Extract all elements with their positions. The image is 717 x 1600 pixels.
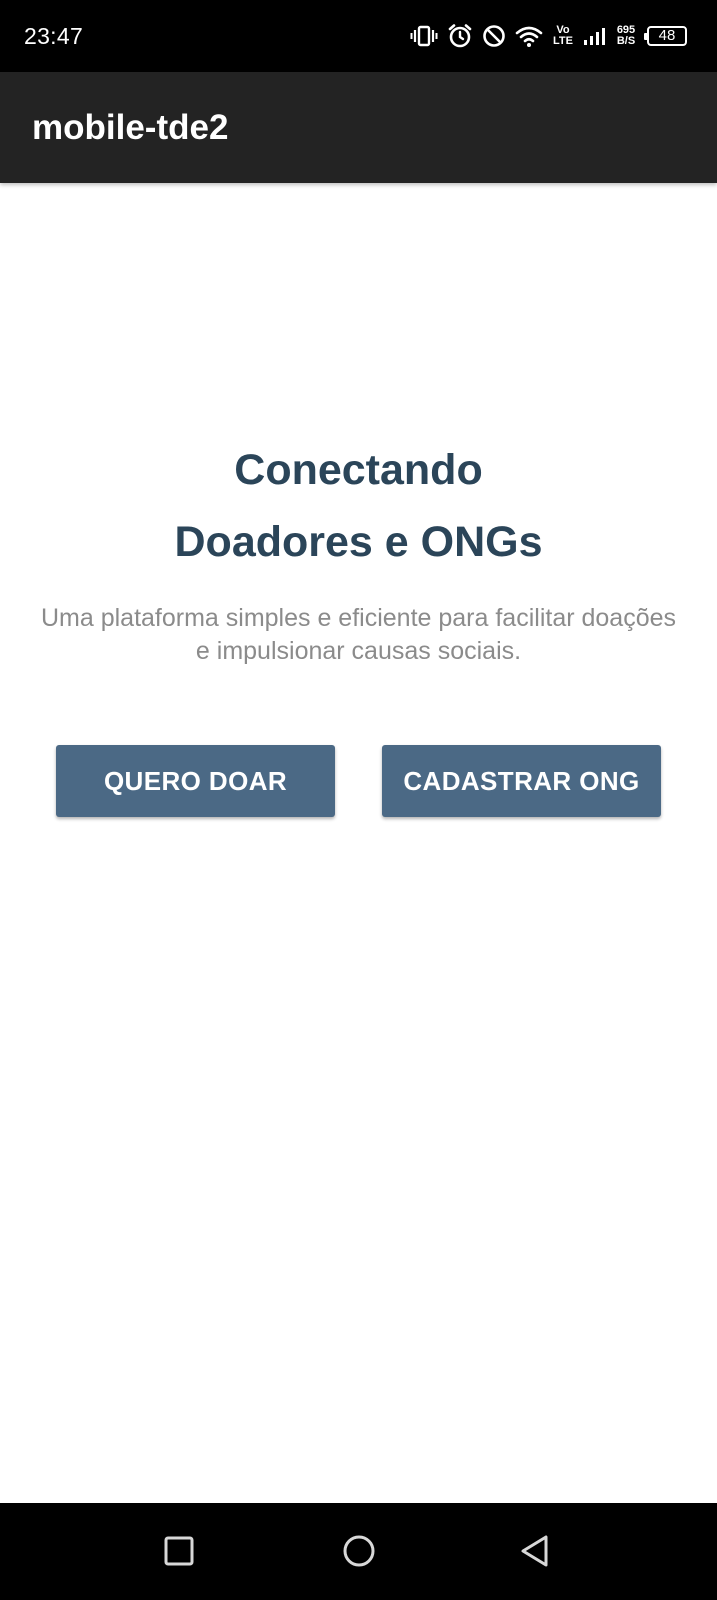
status-icons: Vo LTE 695 B/S 48	[410, 20, 687, 52]
wifi-icon	[515, 24, 543, 48]
vibrate-icon	[410, 24, 438, 48]
status-time: 23:47	[24, 23, 84, 49]
alarm-icon	[447, 23, 473, 49]
hero-title-line1: Conectando	[234, 446, 483, 494]
hero-heading: Conectando Doadores e ONGs	[0, 434, 717, 578]
network-speed: 695 B/S	[614, 25, 638, 47]
navigation-bar	[0, 1503, 717, 1600]
hero-title-line2: Doadores e ONGs	[174, 518, 543, 566]
home-icon[interactable]	[339, 1531, 379, 1571]
app-bar: mobile-tde2	[0, 72, 717, 183]
signal-icon	[583, 26, 605, 46]
volte-icon: Vo LTE	[552, 25, 574, 47]
network-speed-unit: B/S	[616, 35, 636, 47]
donate-button[interactable]: QUERO DOAR	[56, 745, 335, 817]
recents-icon[interactable]	[159, 1531, 199, 1571]
back-icon[interactable]	[516, 1531, 556, 1571]
volte-bottom-label: LTE	[553, 35, 573, 47]
battery-icon: 48	[644, 26, 687, 46]
app-title: mobile-tde2	[32, 108, 229, 147]
status-bar: 23:47 Vo LTE 695 B/S 48	[0, 0, 717, 72]
do-not-disturb-icon	[482, 24, 506, 48]
battery-level: 48	[658, 27, 676, 44]
register-ngo-button[interactable]: CADASTRAR ONG	[382, 745, 661, 817]
hero-subtitle: Uma plataforma simples e eficiente para …	[40, 604, 677, 665]
